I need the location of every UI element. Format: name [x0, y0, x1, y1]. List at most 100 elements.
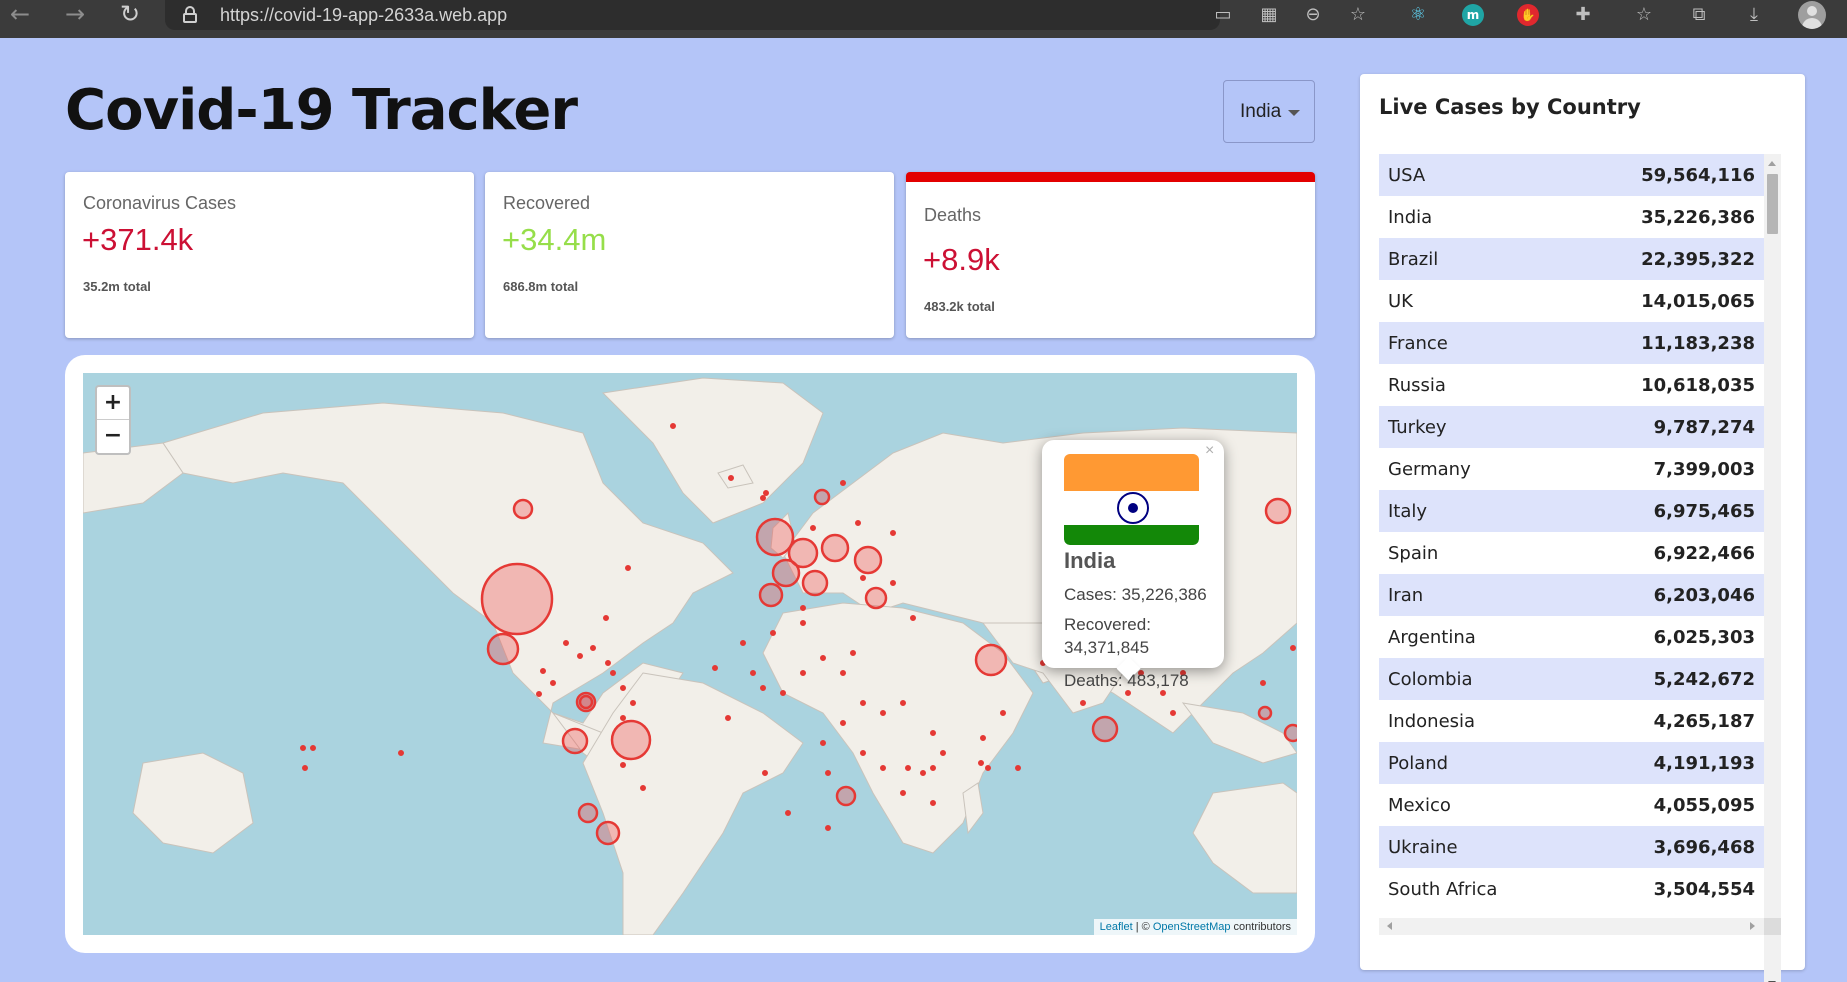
- scroll-right-icon[interactable]: [1750, 922, 1755, 930]
- table-row: Brazil 22,395,322: [1379, 238, 1764, 280]
- vertical-scrollbar[interactable]: [1764, 154, 1781, 982]
- zoom-control: + −: [95, 385, 131, 455]
- profile-avatar-icon[interactable]: [1798, 1, 1826, 29]
- row-country: USA: [1388, 164, 1426, 186]
- table-row: Iran 6,203,046: [1379, 574, 1764, 616]
- row-country: Mexico: [1388, 794, 1451, 816]
- card-total: 35.2m total: [83, 279, 151, 294]
- browser-toolbar: ← → ↻ https://covid-19-app-2633a.web.app…: [0, 0, 1847, 38]
- row-country: Germany: [1388, 458, 1471, 480]
- osm-link[interactable]: OpenStreetMap: [1153, 921, 1231, 933]
- row-cases: 4,265,187: [1653, 710, 1755, 732]
- row-cases: 14,015,065: [1641, 290, 1755, 312]
- apps-grid-icon[interactable]: ▦: [1258, 4, 1280, 26]
- country-dropdown[interactable]: India: [1223, 80, 1315, 143]
- popup-deaths: Deaths: 483,178: [1064, 671, 1189, 690]
- scrollbar-corner: [1764, 918, 1781, 935]
- lock-icon: [183, 6, 197, 23]
- row-country: Brazil: [1388, 248, 1439, 270]
- recovered-card[interactable]: Recovered +34.4m 686.8m total: [485, 172, 894, 338]
- scroll-left-icon[interactable]: [1387, 922, 1392, 930]
- row-country: Poland: [1388, 752, 1449, 774]
- attribution-suffix: contributors: [1230, 921, 1291, 933]
- card-label: Deaths: [924, 205, 982, 225]
- row-country: France: [1388, 332, 1448, 354]
- row-cases: 4,191,193: [1653, 752, 1755, 774]
- url-text: https://covid-19-app-2633a.web.app: [220, 5, 508, 25]
- app-available-icon[interactable]: ▭: [1212, 4, 1234, 26]
- row-country: Italy: [1388, 500, 1428, 522]
- row-cases: 22,395,322: [1641, 248, 1755, 270]
- downloads-icon[interactable]: ⤓: [1743, 4, 1765, 26]
- row-cases: 6,025,303: [1653, 626, 1755, 648]
- favorites-icon[interactable]: ☆: [1633, 4, 1655, 26]
- table-row: Russia 10,618,035: [1379, 364, 1764, 406]
- close-icon[interactable]: ×: [1205, 442, 1214, 460]
- extension-m-icon[interactable]: m: [1462, 4, 1484, 26]
- forward-arrow-icon[interactable]: →: [60, 0, 90, 30]
- row-country: Turkey: [1388, 416, 1447, 438]
- row-country: UK: [1388, 290, 1413, 312]
- table-row: USA 59,564,116: [1379, 154, 1764, 196]
- horizontal-scrollbar[interactable]: [1379, 918, 1764, 935]
- leaflet-link[interactable]: Leaflet: [1100, 921, 1133, 933]
- reload-icon[interactable]: ↻: [115, 0, 145, 30]
- attribution-separator: | ©: [1132, 921, 1153, 933]
- table-row: South Africa 3,504,554: [1379, 868, 1764, 909]
- collections-icon[interactable]: ⧉: [1688, 4, 1710, 26]
- zoom-out-button[interactable]: −: [97, 420, 129, 453]
- scroll-up-icon[interactable]: [1768, 161, 1776, 166]
- row-cases: 59,564,116: [1641, 164, 1755, 186]
- card-value: +371.4k: [82, 222, 194, 257]
- row-country: Colombia: [1388, 668, 1473, 690]
- card-total: 483.2k total: [924, 299, 995, 314]
- address-bar[interactable]: https://covid-19-app-2633a.web.app: [165, 0, 1220, 30]
- popup-country-name: India: [1064, 548, 1116, 573]
- card-value: +34.4m: [502, 222, 607, 257]
- card-label: Coronavirus Cases: [83, 193, 237, 213]
- table-row: Indonesia 4,265,187: [1379, 700, 1764, 742]
- table-row: UK 14,015,065: [1379, 280, 1764, 322]
- table-row: Mexico 4,055,095: [1379, 784, 1764, 826]
- row-country: Argentina: [1388, 626, 1476, 648]
- add-favorite-icon[interactable]: ☆: [1347, 4, 1369, 26]
- row-cases: 3,696,468: [1653, 836, 1755, 858]
- row-cases: 7,399,003: [1653, 458, 1755, 480]
- live-cases-panel: Live Cases by Country USA 59,564,116 India…: [1360, 74, 1805, 982]
- react-devtools-icon[interactable]: ⚛: [1407, 4, 1429, 26]
- row-country: India: [1388, 206, 1433, 228]
- extensions-puzzle-icon[interactable]: ✚: [1572, 4, 1594, 26]
- table-row: France 11,183,238: [1379, 322, 1764, 364]
- table-row: India 35,226,386: [1379, 196, 1764, 238]
- table-row: Colombia 5,242,672: [1379, 658, 1764, 700]
- scroll-thumb[interactable]: [1767, 174, 1778, 234]
- country-popup: × India Cases: 35,226,386 Recovered: 34,…: [1042, 440, 1224, 681]
- back-arrow-icon[interactable]: ←: [5, 0, 35, 30]
- popup-cases: Cases: 35,226,386: [1064, 585, 1207, 604]
- row-cases: 5,242,672: [1653, 668, 1755, 690]
- row-cases: 35,226,386: [1641, 206, 1755, 228]
- row-country: Russia: [1388, 374, 1446, 396]
- live-cases-table[interactable]: USA 59,564,116 India 35,226,386 Brazil 22,395…: [1379, 154, 1764, 909]
- row-cases: 6,203,046: [1653, 584, 1755, 606]
- table-row: Turkey 9,787,274: [1379, 406, 1764, 448]
- row-cases: 11,183,238: [1641, 332, 1755, 354]
- card-value: +8.9k: [923, 242, 1000, 277]
- cases-card[interactable]: Coronavirus Cases +371.4k 35.2m total: [65, 172, 474, 338]
- extension-hand-icon[interactable]: ✋: [1517, 4, 1539, 26]
- row-cases: 10,618,035: [1641, 374, 1755, 396]
- country-dropdown-value: India: [1240, 101, 1282, 122]
- table-row: Poland 4,191,193: [1379, 742, 1764, 784]
- zoom-out-icon[interactable]: ⊖: [1302, 4, 1324, 26]
- table-row: Germany 7,399,003: [1379, 448, 1764, 490]
- popup-recovered-label: Recovered:: [1064, 615, 1151, 634]
- caret-down-icon: [1288, 110, 1300, 116]
- world-map[interactable]: + − × India Cases: 35,226,386 Recovered:…: [83, 373, 1297, 935]
- row-cases: 6,922,466: [1653, 542, 1755, 564]
- deaths-card[interactable]: Deaths +8.9k 483.2k total: [906, 172, 1315, 338]
- row-cases: 4,055,095: [1653, 794, 1755, 816]
- zoom-in-button[interactable]: +: [97, 387, 129, 420]
- table-row: Argentina 6,025,303: [1379, 616, 1764, 658]
- map-container: + − × India Cases: 35,226,386 Recovered:…: [65, 355, 1315, 953]
- map-attribution: Leaflet | © OpenStreetMap contributors: [1093, 919, 1297, 935]
